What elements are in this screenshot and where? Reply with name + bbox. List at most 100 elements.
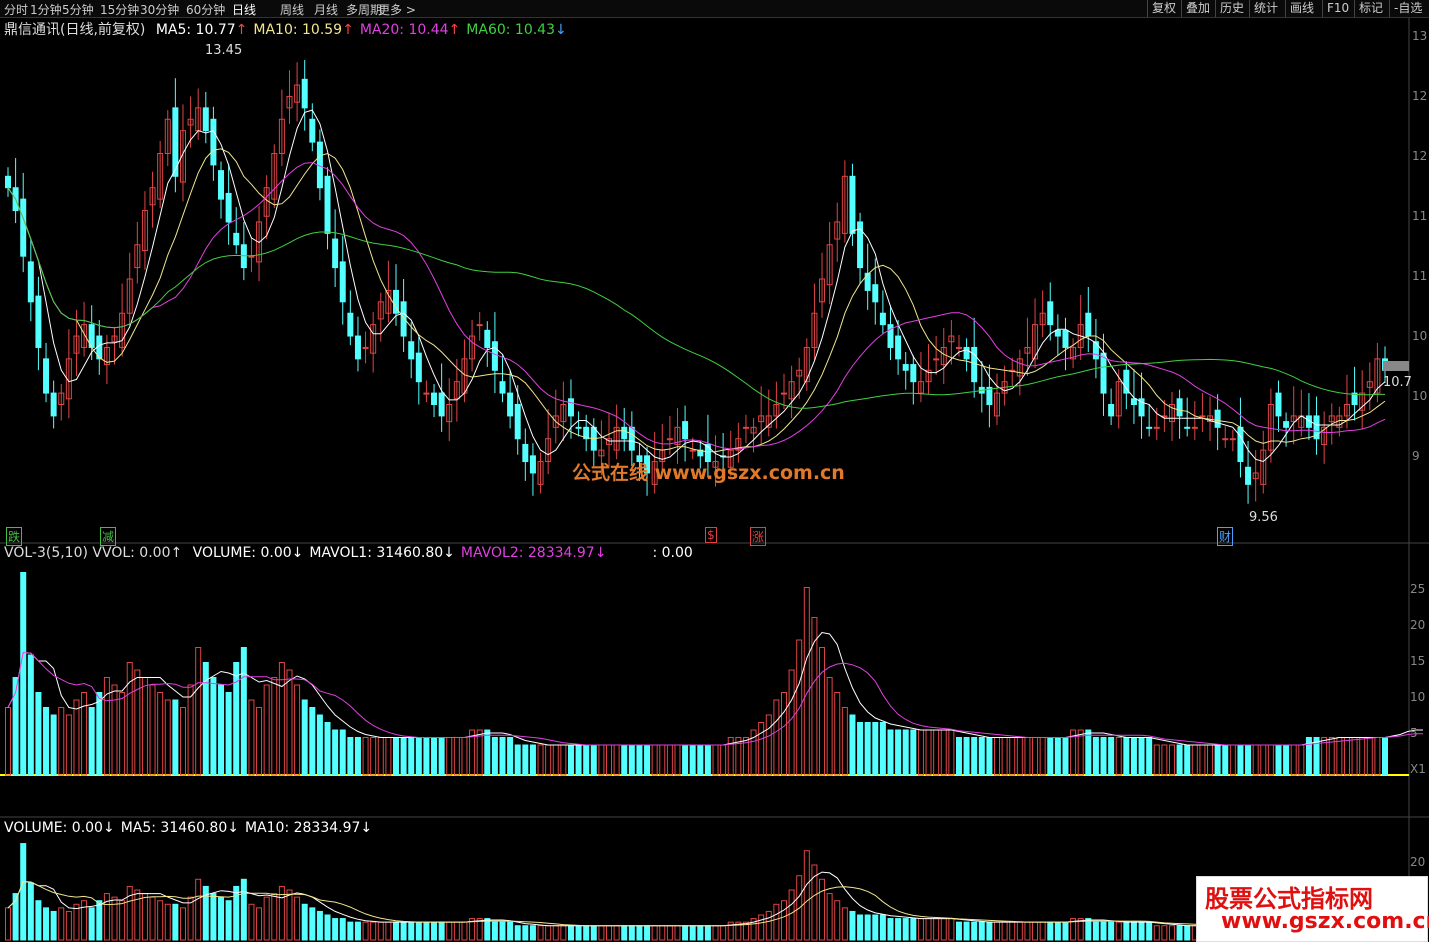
- candle-body: [309, 118, 316, 143]
- volume-bar: [537, 925, 544, 941]
- vol3-bar: [1108, 737, 1115, 776]
- volume-bar: [316, 910, 323, 941]
- vol3-bar: [895, 729, 902, 776]
- vol3-bar: [834, 692, 841, 776]
- vol3-bar: [765, 714, 772, 776]
- vol3-bar: [994, 737, 1001, 776]
- volume-bar: [1092, 921, 1099, 941]
- volume-bar: [872, 914, 879, 941]
- vol3-bar: [103, 677, 110, 776]
- candle-body: [1283, 421, 1290, 428]
- candle-body: [35, 295, 42, 348]
- price-tick: 9: [1412, 449, 1420, 463]
- candle-body: [879, 312, 886, 326]
- stock-title[interactable]: 鼎信通讯(日线,前复权): [4, 22, 145, 38]
- volume-bar: [347, 921, 354, 941]
- volume-bar: [286, 889, 293, 941]
- vol3-bar: [438, 737, 445, 776]
- volume-bar: [682, 925, 689, 941]
- vol3-title[interactable]: VOL-3(5,10) VVOL: 0.00↑: [4, 545, 182, 561]
- volume-bar: [1161, 925, 1168, 941]
- volume-bar: [43, 907, 50, 941]
- vol3-bar: [1290, 744, 1297, 776]
- volume-bar: [1039, 921, 1046, 941]
- event-badge[interactable]: $: [705, 527, 717, 543]
- volume-bar: [134, 889, 141, 941]
- volume-bar: [971, 921, 978, 941]
- vol3-bar: [644, 744, 651, 776]
- vol3-bar: [902, 729, 909, 776]
- vol3-bar: [362, 737, 369, 776]
- candle-body: [431, 392, 438, 406]
- vol3-bar: [606, 744, 613, 776]
- vol3-bar: [1252, 744, 1259, 776]
- vol3-bar: [415, 737, 422, 776]
- trend-arrow: ↑: [235, 22, 248, 38]
- volume-bar: [986, 921, 993, 941]
- candle-body: [423, 392, 430, 395]
- vol3-bar: [986, 737, 993, 776]
- candle-body: [218, 170, 225, 200]
- volume-bar: [119, 900, 126, 941]
- vol3-bar: [841, 707, 848, 776]
- volume-bar: [225, 900, 232, 941]
- vol3-bar: [712, 744, 719, 776]
- volume-bar: [423, 921, 430, 941]
- vol3-bar: [507, 737, 514, 776]
- vol3-bar: [453, 737, 460, 776]
- volume-bar: [1146, 921, 1153, 941]
- volume-bar: [377, 921, 384, 941]
- volume-bar: [301, 903, 308, 941]
- vol3-bar: [73, 699, 80, 776]
- volume-bar: [963, 921, 970, 941]
- event-badge[interactable]: 跌: [6, 527, 23, 546]
- volume-bar: [834, 900, 841, 941]
- candle-body: [955, 346, 962, 349]
- brand-line2: www.gszx.com.cn: [1221, 909, 1429, 934]
- vol3-bar: [1130, 737, 1137, 776]
- vol3-bar: [826, 677, 833, 776]
- vol3-bar: [545, 744, 552, 776]
- vol3-bar: [1016, 737, 1023, 776]
- vol3-bar: [879, 722, 886, 776]
- candle-body: [354, 335, 361, 360]
- volume-bar: [849, 910, 856, 941]
- volume-bar: [103, 893, 110, 941]
- candle-body: [910, 364, 917, 383]
- vol3-bar: [1222, 744, 1229, 776]
- price-tick: 12: [1412, 149, 1427, 163]
- vol3-bar: [689, 744, 696, 776]
- candle-body: [971, 346, 978, 383]
- vol3-bar: [819, 647, 826, 776]
- volume-bar: [20, 843, 27, 941]
- vol3-bar: [126, 662, 133, 776]
- last-price-marker: [1383, 361, 1409, 371]
- candle-body: [780, 392, 787, 395]
- vol3-bar: [1062, 737, 1069, 776]
- vol3-bar: [1039, 737, 1046, 776]
- vol3-bar: [978, 737, 985, 776]
- vol3-bar: [294, 684, 301, 776]
- event-badge[interactable]: 财: [1217, 527, 1234, 546]
- candle-body: [1047, 301, 1054, 326]
- vol3-bar: [887, 729, 894, 776]
- vol3-bar: [339, 729, 346, 776]
- volume-bar: [621, 925, 628, 941]
- volume-bar: [529, 925, 536, 941]
- vol3-bar: [758, 722, 765, 776]
- trend-arrow: ↑: [448, 22, 461, 38]
- volume-bar: [879, 914, 886, 941]
- vol3-bar: [423, 737, 430, 776]
- candle-body: [438, 392, 445, 417]
- vol3-bar: [720, 744, 727, 776]
- indicator-label: : 0.00: [652, 545, 693, 561]
- vol-tick: 20: [1410, 855, 1425, 869]
- watermark-text: 公式在线 www.gszx.com.cn: [572, 462, 845, 484]
- candle-body: [902, 364, 909, 371]
- event-badge[interactable]: 减: [100, 527, 117, 546]
- event-badge[interactable]: 涨: [750, 527, 767, 546]
- vol3-bar: [1001, 737, 1008, 776]
- indicator-label: MAVOL1: 31460.80↓: [309, 545, 455, 561]
- vol3-bar: [20, 572, 27, 776]
- vol3-bar: [651, 744, 658, 776]
